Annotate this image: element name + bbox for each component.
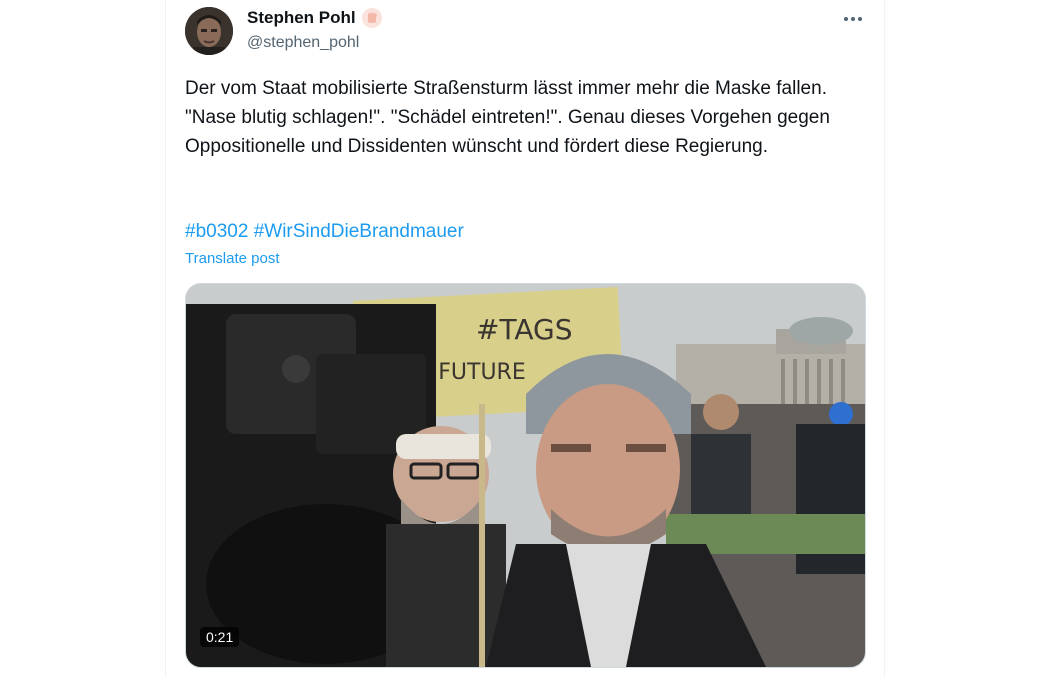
video-duration: 0:21 (200, 627, 240, 647)
author-name-row: Stephen Pohl (247, 8, 382, 28)
translate-post-link[interactable]: Translate post (185, 250, 280, 267)
more-dot-icon (844, 17, 848, 21)
avatar[interactable] (185, 7, 233, 55)
raised-fist-emoji-icon (361, 8, 382, 28)
more-options-button[interactable] (838, 6, 868, 32)
video-thumbnail: #TAGS FOR FUTURE (186, 284, 865, 667)
hashtag-link[interactable]: #WirSindDieBrandmauer (254, 221, 464, 242)
more-dot-icon (851, 17, 855, 21)
hashtag-link[interactable]: #b0302 (185, 221, 248, 242)
video-player[interactable]: #TAGS FOR FUTURE 0:21 (185, 283, 866, 668)
more-dot-icon (858, 17, 862, 21)
hashtags: #b0302 #WirSindDieBrandmauer (185, 217, 464, 246)
post: Stephen Pohl @stephen_pohl Der vom Staat… (166, 0, 885, 677)
sign-text-a: #TAGS (476, 313, 573, 346)
avatar-image (185, 7, 233, 55)
author-handle[interactable]: @stephen_pohl (247, 34, 359, 52)
post-text: Der vom Staat mobilisierte Straßensturm … (185, 78, 830, 157)
display-name[interactable]: Stephen Pohl (247, 8, 356, 28)
